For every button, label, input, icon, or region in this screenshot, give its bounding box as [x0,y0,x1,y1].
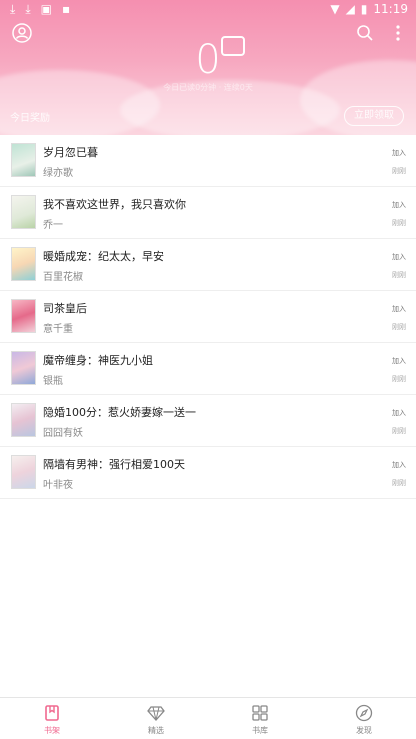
book-date: 刚刚 [392,479,406,487]
compass-icon [355,704,373,722]
book-join-label: 加入 [392,461,406,469]
tab-featured[interactable]: 精选 [104,698,208,739]
tab-label: 精选 [148,726,164,735]
reading-count: 0 [195,37,221,83]
bookshelf-icon [45,705,59,721]
book-author: 叶非夜 [43,480,73,491]
book-join-label: 加入 [392,253,406,261]
grid-icon [252,705,268,721]
book-date: 刚刚 [392,219,406,227]
book-join-label: 加入 [392,305,406,313]
shelf-header: ⤓ ⤓ ▣ ▪ ▼ ◢ ▮ 11:19 0 今日已读0分钟 · 连续0天 今日奖… [0,0,416,135]
book-row[interactable]: 岁月忽已暮 绿亦歌 加入 刚刚 [0,135,416,187]
signal-icon: ◢ [345,2,355,16]
book-author: 囧囧有妖 [43,428,83,439]
status-bar: ⤓ ⤓ ▣ ▪ ▼ ◢ ▮ 11:19 [0,0,416,18]
book-author: 银瓶 [43,376,63,387]
book-cover [11,247,36,281]
tab-library[interactable]: 书库 [208,698,312,739]
book-row[interactable]: 我不喜欢这世界，我只喜欢你 乔一 加入 刚刚 [0,187,416,239]
book-cover [11,195,36,229]
book-date: 刚刚 [392,427,406,435]
book-row[interactable]: 暖婚成宠：纪太太，早安 百里花椒 加入 刚刚 [0,239,416,291]
book-cover [11,455,36,489]
tab-label: 书架 [44,726,60,735]
book-title: 隐婚100分：惹火娇妻嫁一送一 [43,406,196,419]
book-title: 司茶皇后 [43,302,87,315]
claim-reward-button[interactable]: 立即领取 [344,106,404,126]
wifi-icon: ▼ [330,2,340,16]
book-cover [11,403,36,437]
tv-icon: ▣ [40,2,52,16]
book-title: 岁月忽已暮 [43,146,98,159]
download-icon: ⤓ [25,2,31,16]
book-date: 刚刚 [392,323,406,331]
book-title: 暖婚成宠：纪太太，早安 [43,250,164,263]
app-notification-icon: ▪ [61,2,71,16]
treasure-chest-icon[interactable] [221,36,245,56]
diamond-icon [147,706,165,721]
download-icon: ⤓ [10,2,16,16]
book-list: 岁月忽已暮 绿亦歌 加入 刚刚 我不喜欢这世界，我只喜欢你 乔一 加入 刚刚 暖… [0,135,416,499]
book-row[interactable]: 司茶皇后 意千重 加入 刚刚 [0,291,416,343]
book-author: 百里花椒 [43,272,83,283]
book-title: 我不喜欢这世界，我只喜欢你 [43,198,186,211]
battery-icon: ▮ [360,2,368,16]
book-row[interactable]: 隔墙有男神：强行相爱100天 叶非夜 加入 刚刚 [0,447,416,499]
tab-bookshelf[interactable]: 书架 [0,698,104,739]
book-join-label: 加入 [392,149,406,157]
book-join-label: 加入 [392,409,406,417]
book-row[interactable]: 魔帝缠身：神医九小姐 银瓶 加入 刚刚 [0,343,416,395]
book-title: 魔帝缠身：神医九小姐 [43,354,153,367]
tab-discover[interactable]: 发现 [312,698,416,739]
book-date: 刚刚 [392,167,406,175]
tab-label: 书库 [252,726,268,735]
bottom-navigation: 书架 精选 书库 发现 [0,697,416,739]
book-join-label: 加入 [392,201,406,209]
book-row[interactable]: 隐婚100分：惹火娇妻嫁一送一 囧囧有妖 加入 刚刚 [0,395,416,447]
book-author: 意千重 [43,324,73,335]
reward-label: 今日奖励 [10,113,50,124]
book-date: 刚刚 [392,375,406,383]
book-cover [11,351,36,385]
reading-summary: 今日已读0分钟 · 连续0天 [163,83,253,92]
book-date: 刚刚 [392,271,406,279]
book-author: 乔一 [43,220,63,231]
tab-label: 发现 [356,726,372,735]
book-title: 隔墙有男神：强行相爱100天 [43,458,185,471]
book-join-label: 加入 [392,357,406,365]
status-time: 11:19 [373,2,408,16]
book-cover [11,143,36,177]
book-author: 绿亦歌 [43,168,73,179]
book-cover [11,299,36,333]
